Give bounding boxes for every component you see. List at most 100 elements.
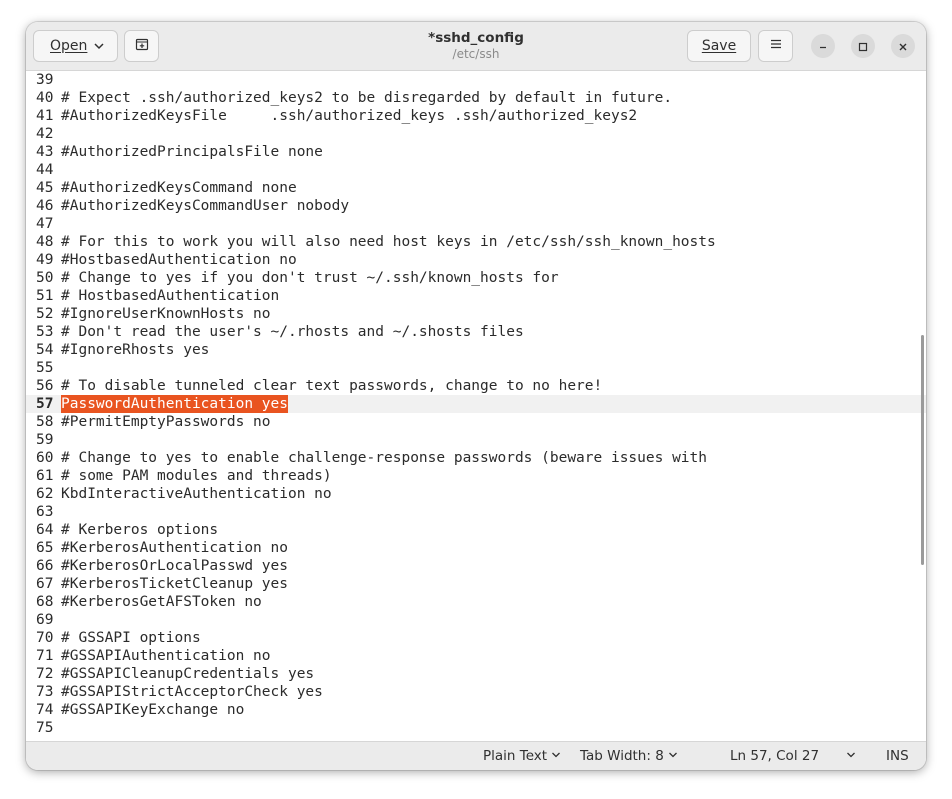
code-line[interactable]: 46 #AuthorizedKeysCommandUser nobody: [26, 197, 926, 215]
insert-mode-indicator[interactable]: INS: [886, 748, 909, 764]
line-number: 71: [36, 648, 54, 664]
chevron-down-icon: [93, 40, 105, 56]
open-button[interactable]: Open: [33, 30, 118, 62]
line-number: 43: [36, 144, 54, 160]
code-line[interactable]: 47: [26, 215, 926, 233]
new-tab-button[interactable]: [124, 30, 159, 62]
line-text: #GSSAPICleanupCredentials yes: [61, 666, 315, 682]
code-line[interactable]: 58 #PermitEmptyPasswords no: [26, 413, 926, 431]
cursor-position[interactable]: Ln 57, Col 27: [730, 748, 819, 764]
line-text: # For this to work you will also need ho…: [61, 234, 716, 250]
code-line[interactable]: 56 # To disable tunneled clear text passw…: [26, 377, 926, 395]
code-line[interactable]: 43 #AuthorizedPrincipalsFile none: [26, 143, 926, 161]
current-line[interactable]: 57 PasswordAuthentication yes: [26, 395, 926, 413]
maximize-icon: [858, 37, 868, 56]
code-line[interactable]: 70 # GSSAPI options: [26, 629, 926, 647]
line-text: #AuthorizedKeysFile .ssh/authorized_keys…: [61, 108, 638, 124]
code-line[interactable]: 63: [26, 503, 926, 521]
tab-width-selector[interactable]: Tab Width: 8: [580, 748, 678, 764]
code-line[interactable]: 64 # Kerberos options: [26, 521, 926, 539]
line-text: #GSSAPIStrictAcceptorCheck yes: [61, 684, 323, 700]
code-line[interactable]: 62 KbdInteractiveAuthentication no: [26, 485, 926, 503]
line-number: 72: [36, 666, 54, 682]
position-dropdown[interactable]: [846, 748, 856, 764]
line-text: KbdInteractiveAuthentication no: [61, 486, 332, 502]
line-text: # HostbasedAuthentication: [61, 288, 280, 304]
minimize-button[interactable]: [811, 34, 835, 58]
code-line[interactable]: 72 #GSSAPICleanupCredentials yes: [26, 665, 926, 683]
code-line[interactable]: 52 #IgnoreUserKnownHosts no: [26, 305, 926, 323]
line-text: # some PAM modules and threads): [61, 468, 332, 484]
line-number: 66: [36, 558, 54, 574]
code-line[interactable]: 59: [26, 431, 926, 449]
code-line[interactable]: 50 # Change to yes if you don't trust ~/.…: [26, 269, 926, 287]
line-text: # Expect .ssh/authorized_keys2 to be dis…: [61, 90, 673, 106]
code-line[interactable]: 39: [26, 71, 926, 89]
close-button[interactable]: [891, 34, 915, 58]
code-line[interactable]: 74 #GSSAPIKeyExchange no: [26, 701, 926, 719]
line-number: 40: [36, 90, 54, 106]
code-line[interactable]: 42: [26, 125, 926, 143]
line-number: 74: [36, 702, 54, 718]
line-number: 60: [36, 450, 54, 466]
code-line[interactable]: 73 #GSSAPIStrictAcceptorCheck yes: [26, 683, 926, 701]
vertical-scrollbar[interactable]: [921, 335, 924, 565]
window-subtitle: /etc/ssh: [452, 47, 500, 61]
header-bar: Open *sshd_config /etc/ssh Save: [26, 22, 926, 71]
line-number: 56: [36, 378, 54, 394]
line-text: #HostbasedAuthentication no: [61, 252, 297, 268]
line-text: #PermitEmptyPasswords no: [61, 414, 271, 430]
line-number: 62: [36, 486, 54, 502]
line-text: #AuthorizedKeysCommand none: [61, 180, 297, 196]
code-line[interactable]: 71 #GSSAPIAuthentication no: [26, 647, 926, 665]
line-text: #AuthorizedPrincipalsFile none: [61, 144, 323, 160]
code-line[interactable]: 61 # some PAM modules and threads): [26, 467, 926, 485]
code-line[interactable]: 54 #IgnoreRhosts yes: [26, 341, 926, 359]
code-line[interactable]: 45 #AuthorizedKeysCommand none: [26, 179, 926, 197]
code-line[interactable]: 69: [26, 611, 926, 629]
close-icon: [898, 37, 908, 56]
code-line[interactable]: 67 #KerberosTicketCleanup yes: [26, 575, 926, 593]
line-text: #GSSAPIKeyExchange no: [61, 702, 245, 718]
line-number: 67: [36, 576, 54, 592]
maximize-button[interactable]: [851, 34, 875, 58]
line-number: 64: [36, 522, 54, 538]
line-text: # Don't read the user's ~/.rhosts and ~/…: [61, 324, 524, 340]
line-number: 73: [36, 684, 54, 700]
line-text: #IgnoreRhosts yes: [61, 342, 210, 358]
code-line[interactable]: 75: [26, 719, 926, 737]
chevron-down-icon: [846, 748, 856, 764]
code-line[interactable]: 68 #KerberosGetAFSToken no: [26, 593, 926, 611]
code-line[interactable]: 65 #KerberosAuthentication no: [26, 539, 926, 557]
language-selector[interactable]: Plain Text: [483, 748, 561, 764]
code-line[interactable]: 44: [26, 161, 926, 179]
line-number: 55: [36, 360, 54, 376]
line-number: 65: [36, 540, 54, 556]
code-line[interactable]: 41 #AuthorizedKeysFile .ssh/authorized_ke…: [26, 107, 926, 125]
code-line[interactable]: 51 # HostbasedAuthentication: [26, 287, 926, 305]
line-number: 46: [36, 198, 54, 214]
chevron-down-icon: [551, 748, 561, 764]
line-text: #KerberosAuthentication no: [61, 540, 288, 556]
text-editor-area[interactable]: 39 40 # Expect .ssh/authorized_keys2 to be…: [26, 71, 926, 741]
code-line[interactable]: 55: [26, 359, 926, 377]
open-button-label: Open: [50, 38, 88, 54]
editor-lines: 39 40 # Expect .ssh/authorized_keys2 to be…: [26, 71, 926, 737]
line-text: # Change to yes if you don't trust ~/.ss…: [61, 270, 559, 286]
save-button[interactable]: Save: [687, 30, 751, 62]
line-number: 63: [36, 504, 54, 520]
line-number: 54: [36, 342, 54, 358]
code-line[interactable]: 60 # Change to yes to enable challenge-re…: [26, 449, 926, 467]
line-number: 58: [36, 414, 54, 430]
main-menu-button[interactable]: [758, 30, 793, 62]
code-line[interactable]: 48 # For this to work you will also need …: [26, 233, 926, 251]
code-line[interactable]: 53 # Don't read the user's ~/.rhosts and …: [26, 323, 926, 341]
line-number: 68: [36, 594, 54, 610]
code-line[interactable]: 66 #KerberosOrLocalPasswd yes: [26, 557, 926, 575]
line-number: 49: [36, 252, 54, 268]
code-line[interactable]: 49 #HostbasedAuthentication no: [26, 251, 926, 269]
code-line[interactable]: 40 # Expect .ssh/authorized_keys2 to be d…: [26, 89, 926, 107]
hamburger-menu-icon: [769, 37, 783, 55]
line-number: 57: [36, 396, 54, 412]
selected-text: PasswordAuthentication yes: [61, 395, 288, 413]
